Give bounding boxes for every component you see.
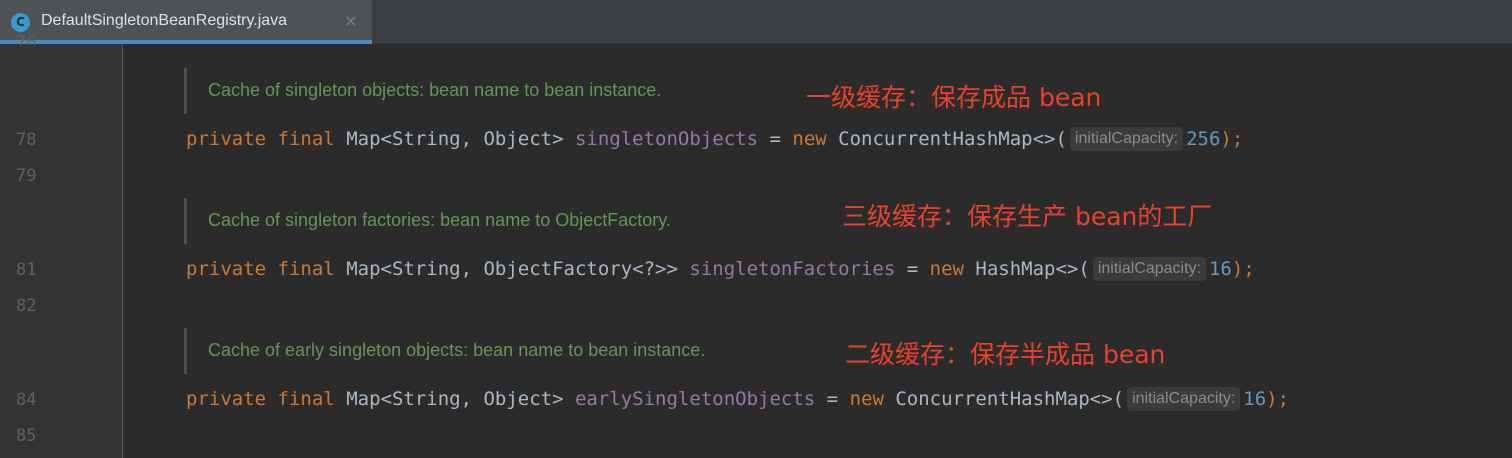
keyword: private [186, 388, 267, 410]
constructor-call: ConcurrentHashMap<>( [838, 128, 1067, 150]
keyword: private [186, 128, 267, 150]
parameter-hint: initialCapacity: [1092, 257, 1206, 281]
type-name: Map<String, Object> [346, 128, 564, 150]
keyword: final [277, 388, 335, 410]
annotation-label: 二级缓存：保存半成品 bean [845, 340, 1166, 369]
keyword: new [792, 128, 827, 150]
editor-tab-bar: C DefaultSingletonBeanRegistry.java × [0, 0, 1512, 44]
constructor-call: ConcurrentHashMap<>( [895, 388, 1125, 410]
annotation-label: 一级缓存：保存成品 bean [806, 83, 1102, 112]
code-line-78[interactable]: private final Map<String, Object> single… [186, 127, 1243, 151]
type-name: Map<String, Object> [346, 388, 564, 410]
field-name: singletonObjects [574, 128, 759, 150]
doc-comment: Cache of singleton factories: bean name … [208, 210, 671, 230]
code-line-84[interactable]: private final Map<String, Object> earlyS… [186, 387, 1289, 411]
keyword: final [277, 258, 335, 280]
annotation-label: 三级缓存：保存生产 bean的工厂 [842, 202, 1213, 231]
editor-window: C DefaultSingletonBeanRegistry.java × 76… [0, 0, 1512, 458]
number-literal: 16 [1243, 388, 1267, 410]
keyword: new [929, 258, 964, 280]
constructor-call: HashMap<>( [975, 258, 1090, 280]
keyword: new [849, 388, 884, 410]
statement-end: ); [1231, 258, 1255, 280]
operator: = [769, 128, 781, 150]
line-number: 79 [16, 166, 37, 186]
doc-comment-bar [184, 198, 187, 244]
line-number: 82 [16, 296, 37, 316]
code-line-81[interactable]: private final Map<String, ObjectFactory<… [186, 257, 1255, 281]
java-class-icon: C [11, 13, 30, 32]
line-number: 81 [16, 260, 37, 280]
line-number: 78 [16, 130, 37, 150]
type-name: Map<String, ObjectFactory<?>> [346, 258, 678, 280]
statement-end: ); [1220, 128, 1244, 150]
close-icon[interactable]: × [344, 12, 357, 30]
doc-comment: Cache of singleton objects: bean name to… [208, 80, 662, 100]
keyword: private [186, 258, 267, 280]
doc-comment-bar [184, 328, 187, 374]
operator: = [906, 258, 919, 280]
line-number: 84 [16, 390, 37, 410]
field-name: singletonFactories [689, 258, 896, 280]
doc-comment-bar [184, 68, 187, 114]
number-literal: 16 [1208, 258, 1232, 280]
number-literal: 256 [1186, 128, 1221, 150]
file-tab[interactable]: C DefaultSingletonBeanRegistry.java × [0, 0, 372, 44]
parameter-hint: initialCapacity: [1069, 127, 1184, 151]
line-number: 85 [16, 426, 37, 446]
line-number: 76 [16, 33, 37, 45]
keyword: final [277, 128, 335, 150]
operator: = [826, 388, 839, 410]
file-tab-title[interactable]: DefaultSingletonBeanRegistry.java [41, 12, 287, 30]
doc-comment: Cache of early singleton objects: bean n… [208, 340, 706, 360]
field-name: earlySingletonObjects [574, 388, 816, 410]
parameter-hint: initialCapacity: [1127, 387, 1241, 411]
statement-end: ); [1266, 388, 1290, 410]
